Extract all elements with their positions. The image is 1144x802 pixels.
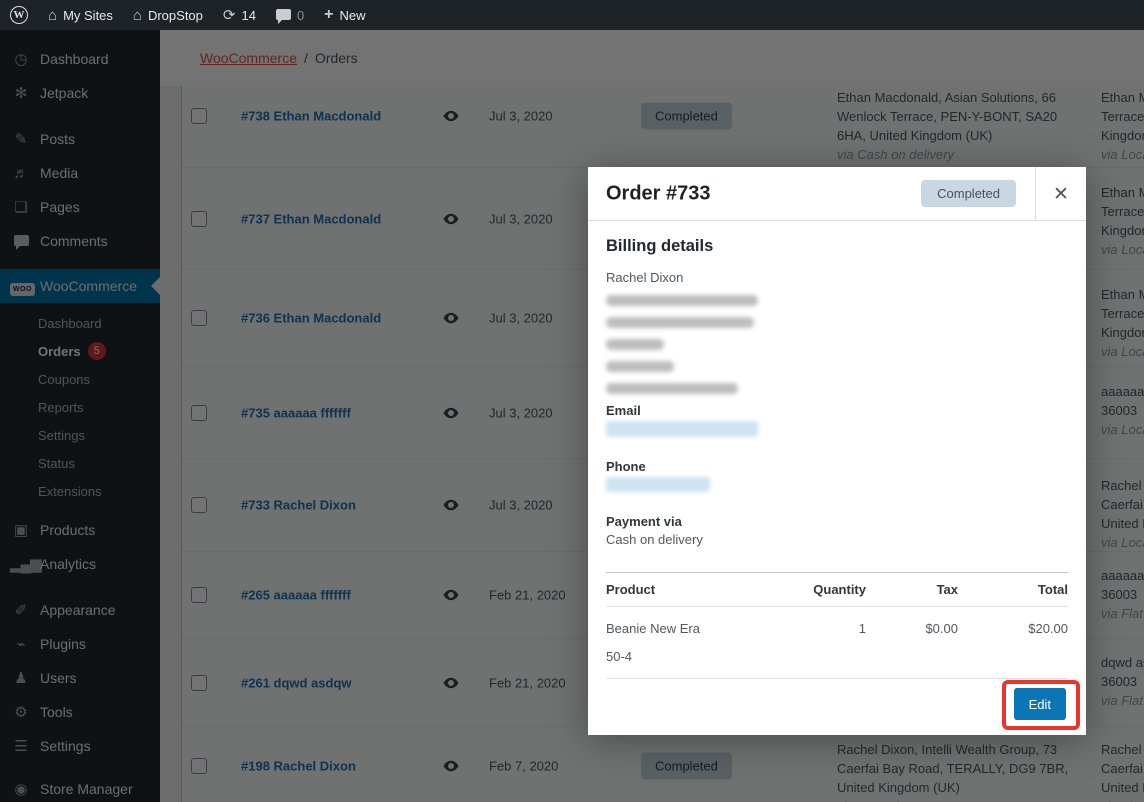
redacted-phone-value[interactable] (606, 477, 710, 492)
new-content-menu[interactable]: + New (314, 0, 375, 30)
quantity-header: Quantity (813, 582, 866, 597)
redacted-email-value[interactable] (606, 421, 758, 437)
billing-customer-name: Rachel Dixon (606, 270, 684, 285)
admin-bar: W ⌂ My Sites ⌂ DropStop ⟳ 14 0 + New (0, 0, 1144, 30)
update-count: 14 (241, 7, 256, 23)
total-header: Total (1037, 582, 1068, 597)
plus-icon: + (324, 6, 334, 23)
product-name: Beanie New Era (606, 621, 700, 636)
redacted-billing-address (606, 295, 758, 405)
my-sites-menu[interactable]: ⌂ My Sites (38, 0, 123, 30)
redacted-line (606, 295, 758, 306)
tax-header: Tax (936, 582, 958, 597)
site-menu[interactable]: ⌂ DropStop (123, 0, 213, 30)
edit-button[interactable]: Edit (1013, 688, 1066, 720)
redacted-line (606, 339, 664, 350)
product-variant: 50-4 (606, 649, 633, 664)
payment-via-label: Payment via (606, 514, 682, 529)
my-sites-label: My Sites (63, 7, 113, 23)
order-items-header: Product Quantity Tax Total (606, 572, 1068, 607)
total-cell: $20.00 (1028, 621, 1068, 636)
order-item-row: Beanie New Era 50-4 1 $0.00 $20.00 (606, 607, 1068, 679)
comments-bubble-icon (275, 8, 291, 24)
comment-count: 0 (296, 7, 305, 23)
site-name: DropStop (147, 7, 203, 23)
product-header: Product (606, 582, 656, 597)
modal-title: Order #733 (606, 182, 711, 204)
redacted-line (606, 317, 754, 328)
new-label: New (339, 7, 366, 23)
product-cell: Beanie New Era 50-4 (606, 621, 774, 668)
updates-menu[interactable]: ⟳ 14 (213, 0, 266, 30)
redacted-line (606, 383, 738, 394)
my-sites-icon: ⌂ (48, 6, 58, 24)
home-icon: ⌂ (132, 6, 142, 24)
phone-label: Phone (606, 459, 646, 474)
modal-status-badge: Completed (921, 180, 1016, 207)
wordpress-menu[interactable]: W (0, 0, 38, 30)
order-preview-modal: Order #733 Completed ✕ Billing details R… (588, 167, 1086, 735)
quantity-cell: 1 (858, 621, 866, 636)
close-icon[interactable]: ✕ (1036, 167, 1086, 221)
billing-details-heading: Billing details (606, 237, 714, 255)
wordpress-logo-icon: W (10, 6, 28, 24)
page: WooCommerce / Orders #738 Ethan Macdonal… (0, 0, 1144, 802)
order-items-table: Product Quantity Tax Total Beanie New Er… (606, 572, 1068, 679)
payment-method-value: Cash on delivery (606, 532, 703, 547)
comments-menu[interactable]: 0 (266, 0, 314, 30)
redacted-line (606, 361, 674, 372)
email-label: Email (606, 403, 641, 418)
modal-header: Order #733 Completed ✕ (588, 167, 1086, 221)
updates-icon: ⟳ (222, 6, 236, 24)
tax-cell: $0.00 (925, 621, 958, 636)
